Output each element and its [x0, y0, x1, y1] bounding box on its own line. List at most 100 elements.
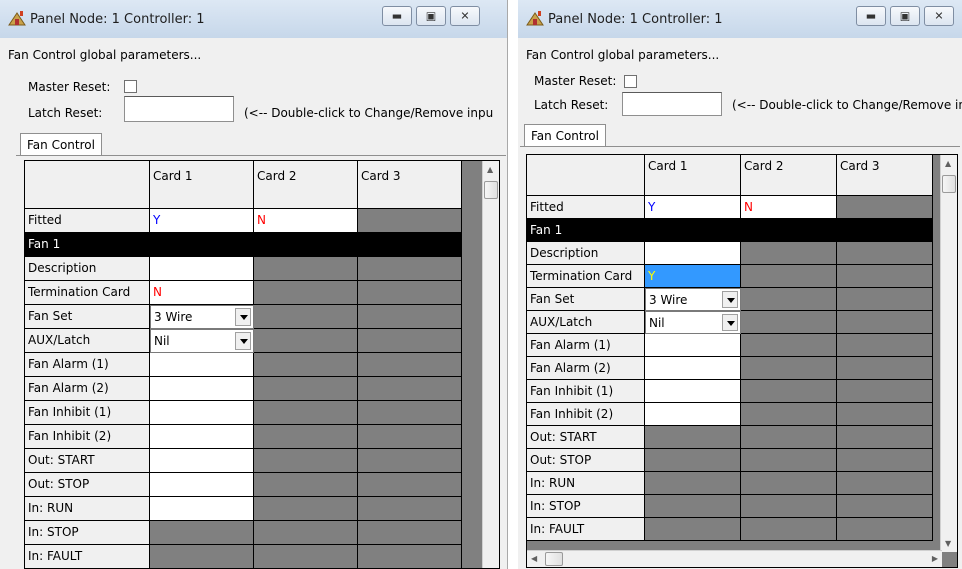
row-label[interactable]: Description — [25, 257, 150, 281]
row-label[interactable]: In: STOP — [25, 521, 150, 545]
row-label[interactable]: Out: STOP — [25, 473, 150, 497]
cell-card2[interactable] — [741, 265, 837, 288]
cell-card3[interactable] — [837, 265, 933, 288]
column-header-card1[interactable]: Card 1 — [645, 155, 741, 196]
cell-card2[interactable] — [741, 242, 837, 265]
cell-card1[interactable] — [150, 473, 254, 497]
cell-card2[interactable] — [254, 473, 358, 497]
cell-card3[interactable] — [358, 353, 462, 377]
row-label[interactable]: Fitted — [25, 209, 150, 233]
cell-card1[interactable] — [150, 233, 254, 257]
cell-card2[interactable] — [254, 425, 358, 449]
column-header-card3[interactable]: Card 3 — [837, 155, 933, 196]
cell-card1[interactable] — [645, 357, 741, 380]
cell-card3[interactable] — [358, 329, 462, 353]
cell-card1[interactable] — [645, 449, 741, 472]
cell-card1[interactable] — [645, 219, 741, 242]
cell-card3[interactable] — [837, 449, 933, 472]
cell-card3[interactable] — [837, 426, 933, 449]
row-label[interactable]: In: STOP — [527, 495, 645, 518]
cell-card1[interactable]: N — [150, 281, 254, 305]
cell-card2[interactable] — [254, 305, 358, 329]
cell-card1[interactable]: Nil — [150, 329, 254, 353]
cell-card3[interactable] — [358, 305, 462, 329]
cell-card2[interactable]: N — [254, 209, 358, 233]
cell-card1[interactable] — [645, 403, 741, 426]
latch-reset-input[interactable] — [622, 92, 722, 116]
cell-card2[interactable] — [741, 311, 837, 334]
cell-card2[interactable] — [254, 449, 358, 473]
dropdown-arrow-icon[interactable] — [722, 291, 738, 308]
dropdown-arrow-icon[interactable] — [235, 332, 251, 350]
column-header-card3[interactable]: Card 3 — [358, 161, 462, 209]
cell-card3[interactable] — [837, 242, 933, 265]
row-label[interactable]: Fan Alarm (1) — [25, 353, 150, 377]
cell-card2[interactable] — [741, 357, 837, 380]
cell-card3[interactable] — [358, 233, 462, 257]
cell-card2[interactable] — [254, 401, 358, 425]
fan-grid[interactable]: Card 1 Card 2 Card 3 Fitted Y N Fan 1 Descri… — [526, 154, 958, 568]
row-label[interactable]: Fan Inhibit (2) — [25, 425, 150, 449]
horizontal-scrollbar[interactable]: ◀ ▶ — [527, 550, 942, 567]
row-label[interactable]: Out: START — [527, 426, 645, 449]
cell-card1[interactable]: Y — [645, 265, 741, 288]
cell-card1[interactable] — [150, 425, 254, 449]
cell-card1[interactable]: Y — [150, 209, 254, 233]
cell-card3[interactable] — [358, 401, 462, 425]
cell-card1[interactable] — [150, 521, 254, 545]
row-label[interactable]: Termination Card — [527, 265, 645, 288]
cell-card3[interactable] — [837, 334, 933, 357]
column-header-card1[interactable]: Card 1 — [150, 161, 254, 209]
cell-card3[interactable] — [837, 472, 933, 495]
cell-card2[interactable] — [254, 281, 358, 305]
cell-card3[interactable] — [358, 281, 462, 305]
scroll-thumb[interactable] — [942, 175, 956, 193]
scroll-right-icon[interactable]: ▶ — [932, 554, 938, 563]
cell-card2[interactable]: N — [741, 196, 837, 219]
scroll-down-icon[interactable]: ▼ — [945, 539, 951, 548]
row-label[interactable]: Fan Inhibit (1) — [527, 380, 645, 403]
cell-card3[interactable] — [358, 449, 462, 473]
row-label[interactable]: Out: STOP — [527, 449, 645, 472]
row-label[interactable]: AUX/Latch — [527, 311, 645, 334]
cell-card3[interactable] — [358, 209, 462, 233]
master-reset-checkbox[interactable] — [124, 80, 137, 93]
cell-card1[interactable] — [150, 545, 254, 568]
cell-card1[interactable] — [150, 449, 254, 473]
title-bar[interactable]: Panel Node: 1 Controller: 1 ▬ ▣ ✕ — [518, 0, 962, 38]
maximize-button[interactable]: ▣ — [890, 6, 920, 26]
row-label[interactable]: In: FAULT — [527, 518, 645, 541]
row-label[interactable]: AUX/Latch — [25, 329, 150, 353]
title-bar[interactable]: Panel Node: 1 Controller: 1 ▬ ▣ ✕ — [0, 0, 507, 38]
cell-card2[interactable] — [254, 521, 358, 545]
scroll-up-icon[interactable]: ▲ — [945, 159, 951, 168]
minimize-button[interactable]: ▬ — [382, 6, 412, 26]
dropdown-arrow-icon[interactable] — [722, 314, 738, 331]
cell-card1[interactable] — [645, 426, 741, 449]
column-header-card2[interactable]: Card 2 — [741, 155, 837, 196]
cell-card1[interactable] — [645, 472, 741, 495]
minimize-button[interactable]: ▬ — [856, 6, 886, 26]
cell-card3[interactable] — [358, 257, 462, 281]
cell-card3[interactable] — [837, 311, 933, 334]
row-label[interactable]: Termination Card — [25, 281, 150, 305]
cell-card3[interactable] — [837, 196, 933, 219]
cell-card2[interactable] — [741, 380, 837, 403]
row-label[interactable]: In: RUN — [25, 497, 150, 521]
row-label[interactable]: Fan Inhibit (1) — [25, 401, 150, 425]
cell-card1[interactable] — [150, 497, 254, 521]
cell-card2[interactable] — [741, 472, 837, 495]
fan-grid[interactable]: Card 1 Card 2 Card 3 Fitted Y N Fan 1 Descri… — [24, 160, 500, 569]
row-label[interactable]: In: FAULT — [25, 545, 150, 568]
vertical-scrollbar[interactable]: ▲ — [482, 161, 499, 568]
column-header-card2[interactable]: Card 2 — [254, 161, 358, 209]
cell-card3[interactable] — [837, 403, 933, 426]
cell-card1[interactable]: 3 Wire — [645, 288, 741, 311]
cell-card2[interactable] — [741, 219, 837, 242]
tab-fan-control[interactable]: Fan Control — [524, 124, 606, 147]
close-button[interactable]: ✕ — [924, 6, 954, 26]
row-label[interactable]: In: RUN — [527, 472, 645, 495]
row-label[interactable]: Fitted — [527, 196, 645, 219]
cell-card3[interactable] — [358, 425, 462, 449]
tab-fan-control[interactable]: Fan Control — [20, 133, 102, 156]
